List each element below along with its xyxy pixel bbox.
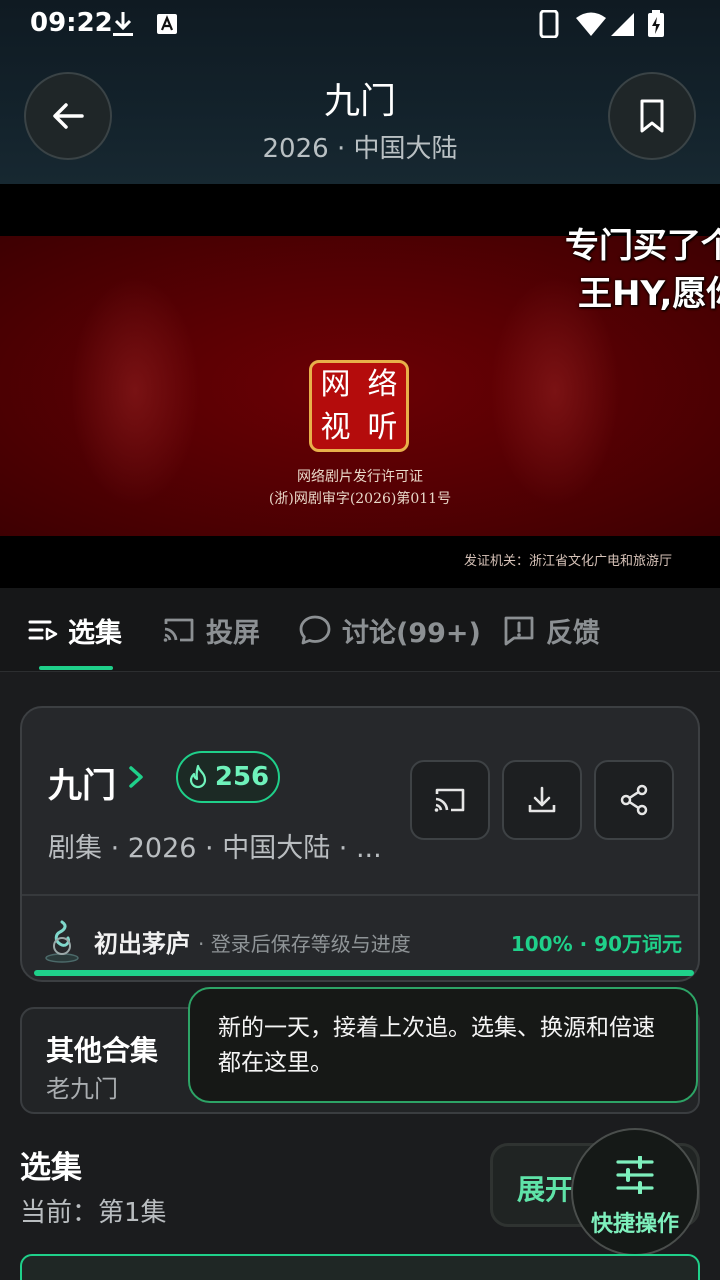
tab-label: 讨论(99+)	[342, 617, 481, 649]
card-divider	[22, 894, 698, 896]
download-icon	[110, 10, 136, 38]
chevron-right-icon[interactable]	[126, 764, 146, 790]
tab-cast[interactable]: 投屏	[162, 610, 260, 650]
collection-subtitle: 老九门	[46, 1075, 118, 1103]
status-time: 09:22	[30, 8, 113, 38]
status-bar: 09:22	[0, 0, 720, 46]
video-player[interactable]: 网 络 视 听 网络剧片发行许可证 (浙)网剧审字(2026)第011号 发证机…	[0, 184, 720, 588]
comment-icon	[299, 615, 331, 645]
danmaku-comment: 王HY,愿你	[578, 274, 720, 314]
battery-charging-icon	[646, 10, 666, 38]
license-number: (浙)网剧审字(2026)第011号	[268, 491, 452, 507]
cast-icon	[434, 788, 465, 812]
collection-title: 其他合集	[46, 1034, 159, 1067]
quick-actions-button[interactable]: 快捷操作	[571, 1128, 699, 1256]
download-icon	[528, 786, 556, 813]
top-header-area: 09:22 九门 2026 · 中国大陆	[0, 0, 720, 184]
page-subtitle: 2026 · 中国大陆	[262, 134, 458, 164]
level-hint[interactable]: · 登录后保存等级与进度	[198, 928, 411, 957]
show-info-card: 九门 256 剧集 · 2026 · 中国大陆 · ... 初出茅庐 · 登录后…	[20, 706, 700, 982]
expand-label: 展开	[517, 1173, 574, 1206]
wifi-icon	[574, 10, 608, 38]
signal-icon	[608, 10, 636, 38]
level-badge-icon	[45, 920, 79, 963]
current-episode: 当前：第1集	[20, 1198, 167, 1228]
bookmark-button[interactable]	[608, 72, 696, 160]
keyboard-a-icon	[156, 10, 178, 38]
level-progress-bar	[34, 970, 694, 976]
arrow-left-icon	[53, 103, 84, 129]
license-issuer: 发证机关：浙江省文化广电和旅游厅	[463, 554, 672, 569]
download-button[interactable]	[502, 760, 582, 840]
episodes-icon	[28, 620, 58, 641]
tab-label: 选集	[68, 617, 122, 649]
seal-char: 视	[320, 410, 351, 445]
tab-bar: 选集 投屏 讨论(99+) 反馈	[0, 588, 720, 672]
level-progress: 100% · 90万词元	[510, 932, 682, 956]
feedback-icon	[504, 616, 534, 646]
seal-char: 络	[367, 367, 398, 402]
cast-icon	[163, 618, 194, 642]
flame-icon	[189, 764, 206, 789]
license-seal-logo: 网 络 视 听	[309, 360, 409, 452]
danmaku-comment: 专门买了个	[565, 226, 720, 266]
tab-discussion[interactable]: 讨论(99+)	[298, 610, 481, 650]
heat-badge: 256	[176, 751, 280, 803]
episodes-section-title: 选集	[20, 1150, 82, 1186]
episode-item[interactable]	[20, 1254, 700, 1280]
page-title: 九门	[323, 81, 396, 122]
quick-actions-label: 快捷操作	[590, 1212, 679, 1237]
level-name: 初出茅庐	[94, 930, 190, 958]
bookmark-icon	[640, 99, 664, 133]
tab-label: 投屏	[206, 617, 260, 649]
tab-feedback[interactable]: 反馈	[502, 610, 600, 650]
seal-char: 听	[367, 410, 398, 445]
onboarding-tooltip[interactable]: 新的一天，接着上次追。选集、换源和倍速都在这里。	[188, 987, 698, 1103]
phone-icon	[538, 10, 560, 38]
back-button[interactable]	[24, 72, 112, 160]
tab-label: 反馈	[546, 617, 600, 649]
heat-value: 256	[214, 762, 270, 792]
cast-button[interactable]	[410, 760, 490, 840]
share-button[interactable]	[594, 760, 674, 840]
show-meta: 剧集 · 2026 · 中国大陆 · ...	[48, 833, 382, 864]
active-tab-indicator	[39, 666, 113, 670]
share-icon	[620, 784, 648, 816]
show-title[interactable]: 九门	[48, 758, 116, 807]
tab-episodes[interactable]: 选集	[28, 610, 122, 650]
seal-char: 网	[320, 367, 351, 402]
license-title: 网络剧片发行许可证	[297, 469, 423, 485]
sliders-icon	[616, 1156, 654, 1194]
